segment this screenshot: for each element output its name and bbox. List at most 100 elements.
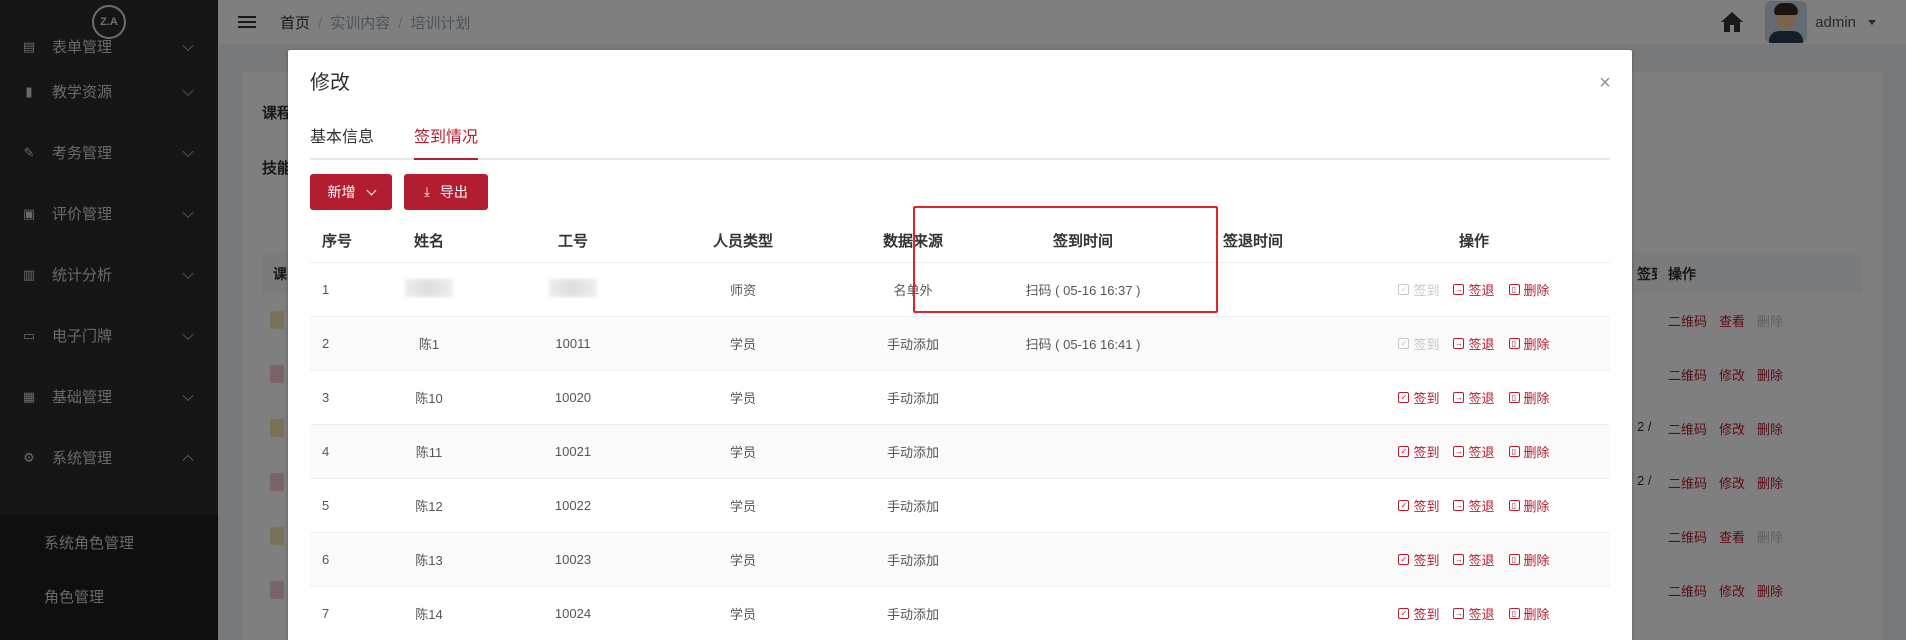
delete-button[interactable]: ▯ 删除 (1508, 550, 1550, 569)
trash-icon: ▯ (1508, 392, 1520, 403)
cell-name: 陈14 (415, 607, 443, 622)
cell-actions: ✓ 签到 → 签退 ▯ 删除 (1338, 280, 1610, 299)
close-icon[interactable]: × (1598, 73, 1612, 93)
table-body: 1 师资 名单外 扫码 ( 05-16 16:37 ) ✓ 签到 → 签退 ▯ 删除 2 陈1 1001… (310, 263, 1610, 640)
exit-icon: → (1453, 608, 1465, 619)
trash-icon: ▯ (1508, 554, 1520, 565)
signin-button[interactable]: ✓ 签到 (1398, 334, 1439, 353)
delete-button[interactable]: ▯ 删除 (1508, 334, 1550, 353)
signin-button[interactable]: ✓ 签到 (1398, 496, 1439, 515)
cell-type: 学员 (729, 553, 756, 568)
header-id: 工号 (557, 232, 588, 250)
cell-source: 手动添加 (886, 607, 939, 622)
cell-name: 陈10 (415, 391, 443, 406)
table-row: 6 陈13 10023 学员 手动添加 ✓ 签到 → 签退 ▯ 删除 (310, 533, 1610, 587)
cell-no: 1 (322, 282, 330, 297)
table-row: 2 陈1 10011 学员 手动添加 扫码 ( 05-16 16:41 ) ✓ 签到 → 签退 ▯ 删… (310, 317, 1610, 371)
signin-button[interactable]: ✓ 签到 (1398, 280, 1439, 299)
signout-button[interactable]: → 签退 (1453, 388, 1495, 407)
delete-button-label: 删除 (1523, 283, 1550, 298)
dialog-title: 修改 (310, 72, 350, 94)
exit-icon: → (1453, 338, 1465, 349)
signout-button[interactable]: → 签退 (1453, 442, 1495, 461)
cell-no: 4 (322, 444, 330, 459)
signin-button[interactable]: ✓ 签到 (1398, 604, 1439, 623)
cell-no: 6 (322, 552, 330, 567)
cell-name (370, 279, 488, 300)
calendar-check-icon: ✓ (1398, 500, 1410, 511)
delete-button[interactable]: ▯ 删除 (1508, 280, 1550, 299)
delete-button-label: 删除 (1523, 445, 1550, 460)
cell-name: 陈12 (415, 499, 443, 514)
export-button-label: 导出 (439, 184, 468, 200)
signout-button[interactable]: → 签退 (1453, 496, 1495, 515)
signin-button-label: 签到 (1413, 607, 1440, 622)
add-button[interactable]: 新增 (310, 174, 392, 210)
cell-type: 学员 (729, 337, 756, 352)
signout-button-label: 签退 (1468, 283, 1495, 298)
signout-button-label: 签退 (1468, 607, 1495, 622)
cell-type: 学员 (729, 445, 756, 460)
export-button[interactable]: ⤓ 导出 (404, 174, 488, 210)
trash-icon: ▯ (1508, 608, 1520, 619)
cell-source: 手动添加 (886, 337, 939, 352)
exit-icon: → (1453, 284, 1465, 295)
signin-button[interactable]: ✓ 签到 (1398, 550, 1439, 569)
header-type: 人员类型 (712, 232, 773, 250)
signin-button[interactable]: ✓ 签到 (1398, 388, 1439, 407)
calendar-check-icon: ✓ (1398, 284, 1410, 295)
delete-button[interactable]: ▯ 删除 (1508, 604, 1550, 623)
trash-icon: ▯ (1508, 446, 1520, 457)
header-name: 姓名 (413, 232, 444, 250)
delete-button[interactable]: ▯ 删除 (1508, 496, 1550, 515)
signout-button[interactable]: → 签退 (1453, 604, 1495, 623)
cell-id: 10024 (554, 606, 592, 621)
calendar-check-icon: ✓ (1398, 446, 1410, 457)
cell-actions: ✓ 签到 → 签退 ▯ 删除 (1338, 550, 1610, 569)
signin-button-label: 签到 (1413, 499, 1440, 514)
redacted-text (405, 279, 453, 297)
redacted-text (549, 279, 597, 297)
cell-actions: ✓ 签到 → 签退 ▯ 删除 (1338, 334, 1610, 353)
cell-id (488, 279, 658, 300)
signin-button-label: 签到 (1413, 445, 1440, 460)
cell-source: 手动添加 (886, 553, 939, 568)
trash-icon: ▯ (1508, 338, 1520, 349)
delete-button[interactable]: ▯ 删除 (1508, 388, 1550, 407)
cell-id: 10021 (554, 444, 592, 459)
exit-icon: → (1453, 446, 1465, 457)
signout-button[interactable]: → 签退 (1453, 550, 1495, 569)
calendar-check-icon: ✓ (1398, 554, 1410, 565)
delete-button-label: 删除 (1523, 553, 1550, 568)
tab-basic-info[interactable]: 基本信息 (310, 118, 374, 160)
cell-source: 手动添加 (886, 499, 939, 514)
cell-type: 师资 (729, 283, 756, 298)
tab-sign-in-status[interactable]: 签到情况 (414, 118, 479, 160)
signout-button[interactable]: → 签退 (1453, 280, 1495, 299)
trash-icon: ▯ (1508, 284, 1520, 295)
exit-icon: → (1453, 554, 1465, 565)
cell-type: 学员 (729, 499, 756, 514)
signout-button[interactable]: → 签退 (1453, 334, 1495, 353)
table-row: 3 陈10 10020 学员 手动添加 ✓ 签到 → 签退 ▯ 删除 (310, 371, 1610, 425)
chevron-down-icon (366, 185, 376, 195)
cell-type: 学员 (729, 607, 756, 622)
toolbar: 新增 ⤓ 导出 (310, 174, 488, 210)
signout-button-label: 签退 (1468, 553, 1495, 568)
cell-actions: ✓ 签到 → 签退 ▯ 删除 (1338, 604, 1610, 623)
signin-button-label: 签到 (1413, 391, 1440, 406)
cell-no: 5 (322, 498, 330, 513)
calendar-check-icon: ✓ (1398, 392, 1410, 403)
signin-button-label: 签到 (1413, 337, 1440, 352)
trash-icon: ▯ (1508, 500, 1520, 511)
exit-icon: → (1453, 392, 1465, 403)
download-icon: ⤓ (424, 184, 430, 199)
signin-button-label: 签到 (1413, 553, 1440, 568)
cell-source: 手动添加 (886, 445, 939, 460)
cell-no: 3 (322, 390, 330, 405)
signout-button-label: 签退 (1468, 499, 1495, 514)
cell-signin-time: 扫码 ( 05-16 16:41 ) (1025, 337, 1141, 352)
signin-button[interactable]: ✓ 签到 (1398, 442, 1439, 461)
signout-button-label: 签退 (1468, 337, 1495, 352)
delete-button[interactable]: ▯ 删除 (1508, 442, 1550, 461)
